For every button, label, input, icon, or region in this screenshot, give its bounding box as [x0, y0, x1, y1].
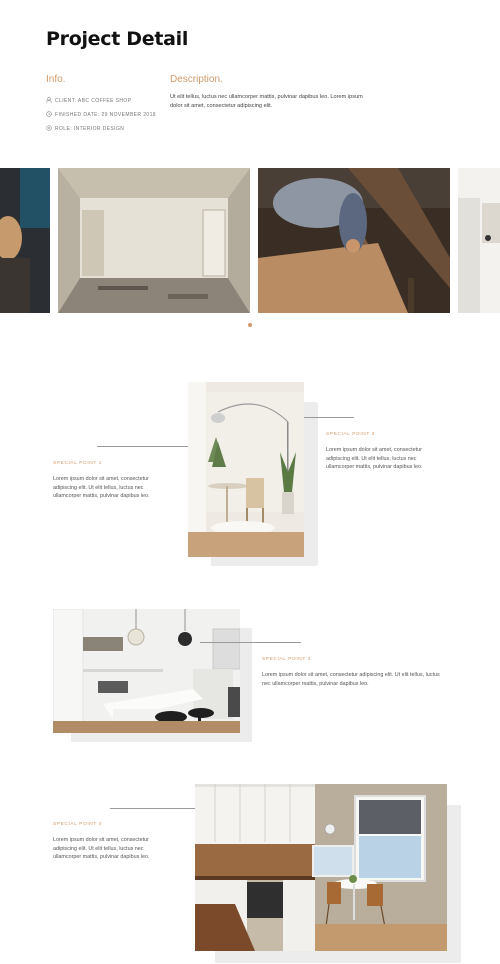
finished-text: FINISHED DATE: 29 NOVEMBER 2018 — [55, 112, 156, 118]
carousel-slide-partial-left[interactable] — [0, 168, 50, 313]
special-point-1-label: SPECIAL POINT 1 — [53, 461, 102, 466]
special-point-2-label: SPECIAL POINT 2 — [326, 432, 375, 437]
connector-line-2 — [304, 417, 354, 418]
finished-row: FINISHED DATE: 29 NOVEMBER 2018 — [46, 111, 156, 119]
carousel-dot-active[interactable] — [248, 323, 252, 327]
user-icon — [46, 97, 52, 105]
description-text: Ut elit tellus, luctus nec ullamcorper m… — [170, 94, 363, 109]
special-point-2-text: Lorem ipsum dolor sit amet, consectetur … — [326, 447, 423, 470]
connector-line-1 — [97, 446, 194, 447]
clock-icon — [46, 111, 52, 119]
carousel-slide-empty-room[interactable] — [58, 168, 250, 313]
special-point-3-label: SPECIAL POINT 3 — [262, 657, 311, 662]
photo-kitchen-island — [53, 609, 240, 733]
photo-kitchen-dining — [195, 784, 447, 951]
connector-line-3 — [200, 642, 301, 643]
special-point-1-text: Lorem ipsum dolor sit amet, consectetur … — [53, 476, 150, 499]
carousel-slide-worker[interactable] — [258, 168, 450, 313]
special-point-4-text: Lorem ipsum dolor sit amet, consectetur … — [53, 837, 150, 860]
carousel-slide-partial-right[interactable] — [458, 168, 500, 313]
photo-living-room — [188, 382, 304, 557]
info-heading: Info. — [46, 74, 66, 85]
special-point-3-text: Lorem ipsum dolor sit amet, consectetur … — [262, 672, 440, 687]
settings-icon — [46, 125, 52, 133]
role-row: ROLE: INTERIOR DESIGN — [46, 125, 124, 133]
role-text: ROLE: INTERIOR DESIGN — [55, 126, 125, 132]
page-title: Project Detail — [46, 28, 189, 50]
client-row: CLIENT: ABC COFFEE SHOP — [46, 97, 131, 105]
description-heading: Description. — [170, 74, 223, 85]
client-text: CLIENT: ABC COFFEE SHOP — [55, 98, 132, 104]
special-point-4-label: SPECIAL POINT 4 — [53, 822, 102, 827]
